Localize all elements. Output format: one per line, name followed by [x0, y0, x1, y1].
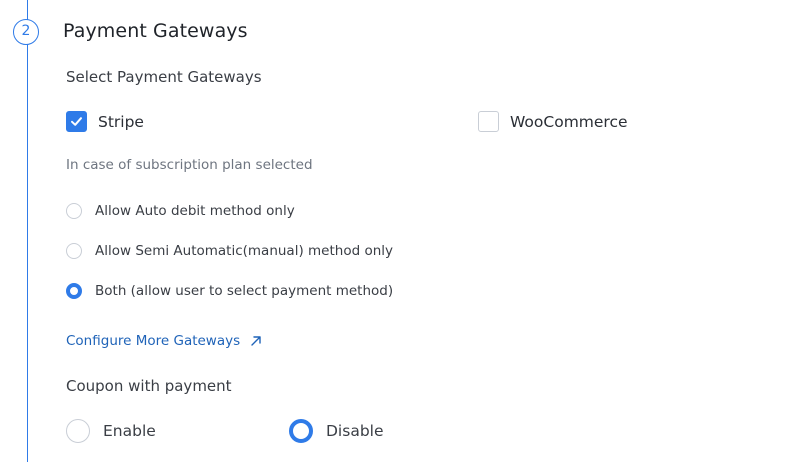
stripe-checkbox-option[interactable]: Stripe — [66, 111, 144, 132]
semi-automatic-radio[interactable] — [66, 243, 82, 259]
coupon-enable-label: Enable — [103, 422, 156, 440]
both-methods-label: Both (allow user to select payment metho… — [95, 283, 394, 299]
coupon-heading: Coupon with payment — [66, 377, 232, 395]
coupon-enable-radio[interactable] — [66, 419, 90, 443]
auto-debit-option[interactable]: Allow Auto debit method only — [66, 203, 295, 219]
step-number-badge: 2 — [13, 19, 39, 45]
gateways-heading: Select Payment Gateways — [66, 68, 262, 86]
configure-link-label: Configure More Gateways — [66, 333, 241, 349]
woocommerce-label: WooCommerce — [510, 112, 628, 131]
both-methods-option[interactable]: Both (allow user to select payment metho… — [66, 283, 393, 299]
coupon-disable-label: Disable — [326, 422, 384, 440]
both-methods-radio[interactable] — [66, 283, 82, 299]
coupon-disable-radio[interactable] — [289, 419, 313, 443]
woocommerce-checkbox-option[interactable]: WooCommerce — [478, 111, 628, 132]
stripe-checkbox[interactable] — [66, 111, 87, 132]
external-arrow-icon — [251, 336, 261, 346]
stripe-label: Stripe — [98, 112, 144, 131]
woocommerce-checkbox[interactable] — [478, 111, 499, 132]
coupon-disable-option[interactable]: Disable — [289, 419, 384, 443]
checkmark-icon — [71, 117, 82, 126]
section-title: Payment Gateways — [63, 20, 248, 42]
auto-debit-label: Allow Auto debit method only — [95, 203, 295, 219]
coupon-enable-option[interactable]: Enable — [66, 419, 156, 443]
subscription-hint: In case of subscription plan selected — [66, 157, 313, 173]
semi-automatic-option[interactable]: Allow Semi Automatic(manual) method only — [66, 243, 393, 259]
configure-more-gateways-link[interactable]: Configure More Gateways — [66, 333, 262, 349]
semi-automatic-label: Allow Semi Automatic(manual) method only — [95, 243, 393, 259]
step-connector-line — [27, 0, 28, 462]
auto-debit-radio[interactable] — [66, 203, 82, 219]
payment-gateways-section: 2 Payment Gateways Select Payment Gatewa… — [0, 0, 796, 462]
